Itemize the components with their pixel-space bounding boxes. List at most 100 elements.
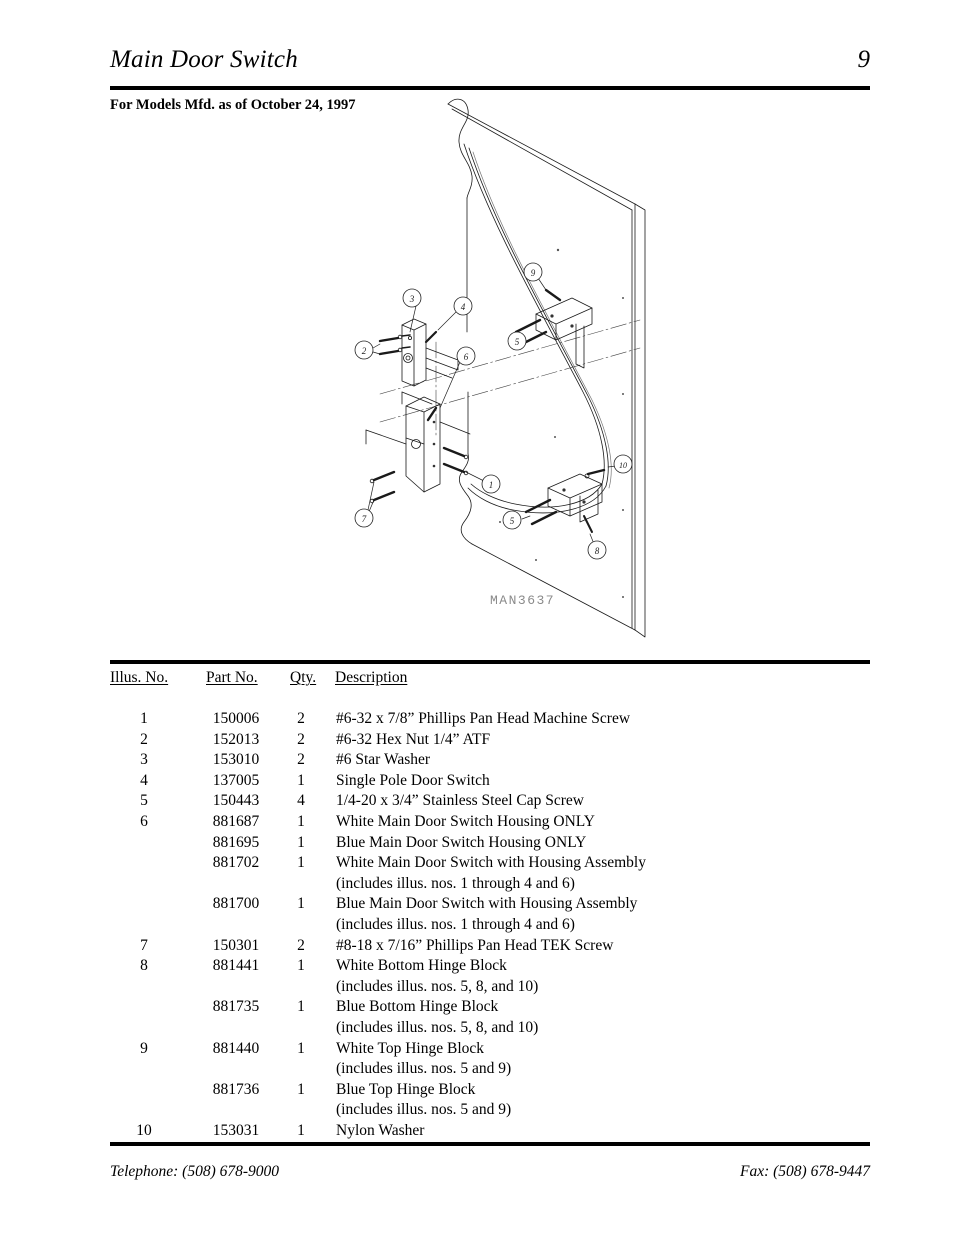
cell-description: Blue Top Hinge Block bbox=[336, 1080, 476, 1098]
table-row: (includes illus. nos. 1 through 4 and 6) bbox=[110, 916, 870, 937]
table-row: (includes illus. nos. 5, 8, and 10) bbox=[110, 978, 870, 999]
exploded-parts-diagram: 1 2 3 4 5 6 7 8 9 10 5 MAN3637 bbox=[340, 92, 670, 652]
svg-text:10: 10 bbox=[619, 461, 627, 470]
callout-labels: 1 2 3 4 5 6 7 8 9 10 bbox=[362, 268, 627, 556]
cell-part-no: 881695 bbox=[212, 833, 260, 851]
cell-qty: 2 bbox=[297, 936, 305, 954]
hardware-item-7 bbox=[372, 470, 396, 502]
page-header: Main Door Switch 9 bbox=[110, 46, 870, 88]
cell-description: Single Pole Door Switch bbox=[336, 771, 490, 789]
table-header-row: Illus. No. Part No. Qty. Description bbox=[110, 669, 870, 691]
cell-description: (includes illus. nos. 5 and 9) bbox=[336, 1060, 512, 1078]
hardware-item-4 bbox=[424, 330, 438, 344]
table-top-rule bbox=[110, 660, 870, 664]
page-subtitle: For Models Mfd. as of October 24, 1997 bbox=[110, 97, 356, 113]
table-row: 881700 1 Blue Main Door Switch with Housin… bbox=[110, 895, 870, 916]
cell-part-no: 881702 bbox=[212, 854, 260, 872]
cell-part-no: 881700 bbox=[212, 895, 260, 913]
svg-text:4: 4 bbox=[461, 302, 466, 312]
cell-illus-no: 4 bbox=[140, 771, 148, 789]
cell-description: White Bottom Hinge Block bbox=[336, 957, 507, 975]
table-row: 8 881441 1 White Bottom Hinge Block bbox=[110, 957, 870, 978]
cell-description: #6 Star Washer bbox=[336, 751, 431, 769]
table-row: 881735 1 Blue Bottom Hinge Block bbox=[110, 998, 870, 1019]
diagram-svg: 1 2 3 4 5 6 7 8 9 10 5 MAN3637 bbox=[354, 98, 646, 638]
svg-text:5: 5 bbox=[510, 516, 515, 526]
cell-description: #8-18 x 7/16” Phillips Pan Head TEK Scre… bbox=[336, 936, 614, 954]
svg-text:2: 2 bbox=[362, 346, 367, 356]
table-row: 5 150443 4 1/4-20 x 3/4” Stainless Steel Ca… bbox=[110, 792, 870, 813]
cell-qty: 1 bbox=[297, 812, 305, 830]
cell-description: #6-32 x 7/8” Phillips Pan Head Machine S… bbox=[336, 710, 631, 727]
table-row: 881736 1 Blue Top Hinge Block bbox=[110, 1081, 870, 1102]
cell-qty: 4 bbox=[297, 792, 305, 810]
cell-description: Blue Bottom Hinge Block bbox=[336, 998, 499, 1016]
cell-description: (includes illus. nos. 1 through 4 and 6) bbox=[336, 874, 575, 892]
cell-part-no: 152013 bbox=[212, 730, 260, 748]
cell-part-no: 153031 bbox=[212, 1121, 260, 1139]
cell-qty: 1 bbox=[297, 1039, 305, 1057]
manual-page: Main Door Switch 9 For Models Mfd. as of… bbox=[0, 0, 954, 1235]
svg-text:3: 3 bbox=[409, 294, 415, 304]
svg-text:8: 8 bbox=[595, 546, 600, 556]
cell-qty: 1 bbox=[297, 1121, 305, 1139]
cell-illus-no: 6 bbox=[140, 812, 148, 830]
cell-qty: 1 bbox=[297, 771, 305, 789]
table-row: 9 881440 1 White Top Hinge Block bbox=[110, 1040, 870, 1061]
cell-illus-no: 1 bbox=[140, 710, 148, 727]
cell-description: (includes illus. nos. 1 through 4 and 6) bbox=[336, 915, 575, 933]
cell-description: Blue Main Door Switch with Housing Assem… bbox=[336, 895, 638, 913]
cell-qty: 1 bbox=[297, 998, 305, 1016]
svg-text:7: 7 bbox=[362, 514, 367, 524]
svg-text:9: 9 bbox=[531, 268, 536, 278]
cell-description: (includes illus. nos. 5 and 9) bbox=[336, 1101, 512, 1119]
cell-part-no: 150301 bbox=[212, 936, 260, 954]
cell-part-no: 881441 bbox=[212, 957, 260, 975]
cell-illus-no: 7 bbox=[140, 936, 148, 954]
cell-illus-no: 8 bbox=[140, 957, 148, 975]
cell-qty: 1 bbox=[297, 957, 305, 975]
header-rule bbox=[110, 86, 870, 90]
parts-table: Illus. No. Part No. Qty. Description 1 15… bbox=[110, 669, 870, 1139]
cell-part-no: 150006 bbox=[212, 710, 260, 727]
cell-qty: 1 bbox=[297, 854, 305, 872]
cell-illus-no: 3 bbox=[140, 751, 148, 769]
table-row: 6 881687 1 White Main Door Switch Housing O… bbox=[110, 813, 870, 834]
column-header-description: Description bbox=[335, 669, 408, 686]
cell-illus-no: 2 bbox=[140, 730, 148, 748]
table-row: (includes illus. nos. 5 and 9) bbox=[110, 1101, 870, 1122]
cell-qty: 1 bbox=[297, 895, 305, 913]
cell-illus-no: 9 bbox=[140, 1039, 148, 1057]
table-row: (includes illus. nos. 5, 8, and 10) bbox=[110, 1019, 870, 1040]
cell-illus-no: 10 bbox=[136, 1121, 152, 1139]
table-body: 1 150006 2 #6-32 x 7/8” Phillips Pan Head M… bbox=[110, 710, 870, 1142]
bottom-hinge-block bbox=[547, 473, 603, 523]
hardware-item-2-heads bbox=[397, 334, 403, 353]
table-row: 4 137005 1 Single Pole Door Switch bbox=[110, 772, 870, 793]
cell-description: (includes illus. nos. 5, 8, and 10) bbox=[336, 977, 539, 995]
cell-qty: 1 bbox=[297, 833, 305, 851]
hardware-item-1 bbox=[442, 446, 466, 474]
cell-part-no: 150443 bbox=[212, 792, 260, 810]
table-row: 7 150301 2 #8-18 x 7/16” Phillips Pan Head … bbox=[110, 937, 870, 958]
cell-illus-no: 5 bbox=[140, 792, 148, 810]
cell-description: Blue Main Door Switch Housing ONLY bbox=[336, 833, 587, 851]
cell-part-no: 153010 bbox=[212, 751, 260, 769]
table-row: 3 153010 2 #6 Star Washer bbox=[110, 751, 870, 772]
footer-telephone: Telephone: (508) 678-9000 bbox=[110, 1163, 280, 1180]
cell-part-no: 881687 bbox=[212, 812, 260, 830]
table-row: 881695 1 Blue Main Door Switch Housing ONL… bbox=[110, 834, 870, 855]
table-row: 1 150006 2 #6-32 x 7/8” Phillips Pan Head M… bbox=[110, 710, 870, 731]
cell-description: White Top Hinge Block bbox=[336, 1039, 485, 1057]
cell-description: (includes illus. nos. 5, 8, and 10) bbox=[336, 1018, 539, 1036]
hardware-item-10 bbox=[586, 468, 606, 476]
svg-text:1: 1 bbox=[489, 480, 494, 490]
hardware-item-2 bbox=[378, 336, 400, 356]
page-title: Main Door Switch bbox=[110, 46, 298, 73]
cell-description: White Main Door Switch with Housing Asse… bbox=[336, 854, 646, 872]
table-row: 10 153031 1 Nylon Washer bbox=[110, 1122, 870, 1143]
column-header-part-no: Part No. bbox=[206, 669, 258, 686]
cell-qty: 2 bbox=[297, 710, 305, 727]
page-footer: Telephone: (508) 678-9000 Fax: (508) 678… bbox=[110, 1163, 870, 1187]
drawing-number: MAN3637 bbox=[490, 593, 555, 608]
